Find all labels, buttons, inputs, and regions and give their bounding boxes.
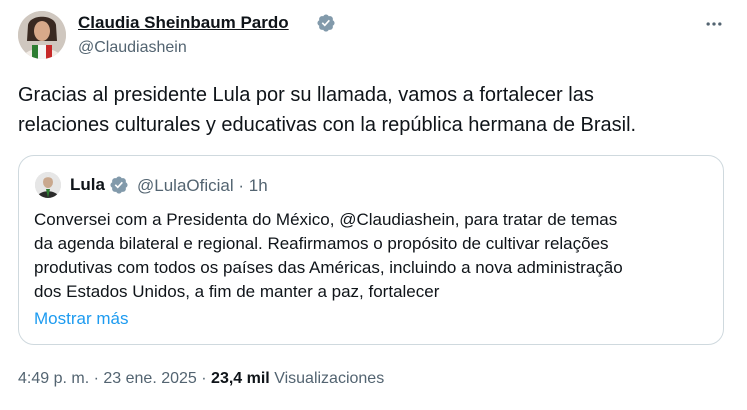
tweet-text-line: relaciones culturales y educativas con l…: [18, 114, 637, 136]
author-name[interactable]: Claudia Sheinbaum Pardo: [78, 12, 289, 34]
separator-dot: ·: [93, 370, 99, 387]
views-count: 23,4 mil: [211, 370, 270, 387]
tweet: Claudia Sheinbaum Pardo @Claudiashein Gr…: [0, 0, 747, 410]
verified-badge-icon: [110, 176, 128, 194]
quote-text: Conversei com a Presidenta do México, @C…: [34, 208, 714, 304]
quote-text-line: Conversei com a Presidenta do México, @C…: [34, 210, 618, 229]
author-avatar[interactable]: [18, 11, 66, 59]
quote-text-line: da agenda bilateral e regional. Reafirma…: [34, 234, 609, 253]
tweet-text-line: Gracias al presidente Lula por su llamad…: [18, 84, 594, 106]
quote-avatar-image: [35, 172, 61, 198]
tweet-metadata: 4:49 p. m. · 23 ene. 2025 · 23,4 mil Vis…: [18, 368, 384, 390]
show-more-link[interactable]: Mostrar más: [34, 307, 128, 331]
quote-author-name[interactable]: Lula: [70, 174, 105, 196]
quoted-tweet-card[interactable]: Lula @LulaOficial · 1h Conversei com a P…: [18, 155, 724, 345]
tweet-time[interactable]: 4:49 p. m.: [18, 370, 89, 387]
quote-text-line: produtivas com todos os países das Améri…: [34, 258, 623, 277]
quote-text-line: dos Estados Unidos, a fim de manter a pa…: [34, 282, 440, 301]
avatar-image: [18, 11, 66, 59]
views-label: Visualizaciones: [274, 370, 385, 387]
verified-badge-icon: [317, 14, 335, 32]
quote-timestamp[interactable]: 1h: [249, 176, 268, 195]
author-handle[interactable]: @Claudiashein: [78, 38, 187, 58]
quote-meta: @LulaOficial · 1h: [137, 175, 268, 197]
more-horizontal-icon: [706, 22, 722, 26]
separator-dot: ·: [238, 176, 245, 195]
tweet-text: Gracias al presidente Lula por su llamad…: [18, 80, 718, 140]
more-options-button[interactable]: [702, 12, 726, 36]
quote-author-avatar[interactable]: [35, 172, 61, 198]
separator-dot: ·: [201, 370, 207, 387]
quote-author-handle[interactable]: @LulaOficial: [137, 176, 234, 195]
tweet-date[interactable]: 23 ene. 2025: [103, 370, 196, 387]
